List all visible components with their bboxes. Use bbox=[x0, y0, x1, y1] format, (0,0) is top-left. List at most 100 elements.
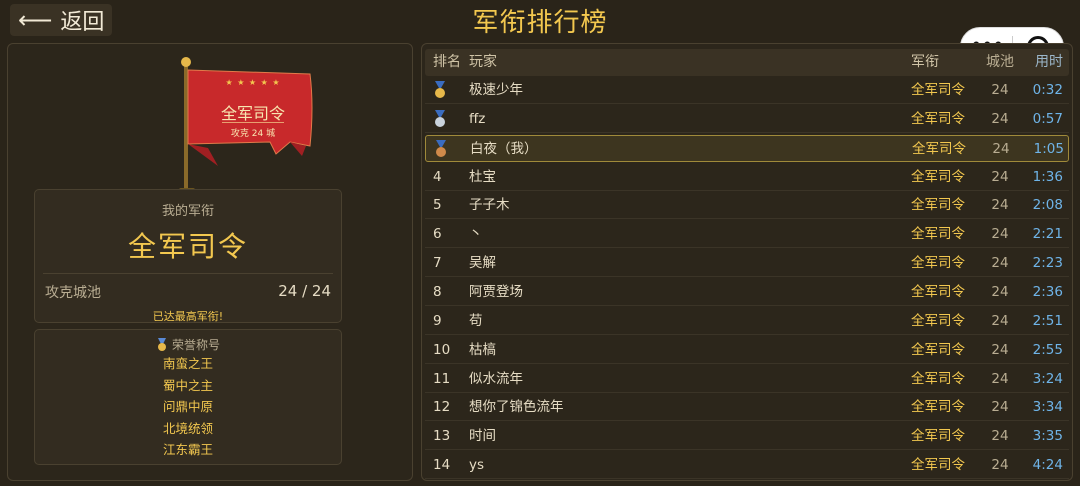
table-row[interactable]: 4 杜宝 全军司令 24 1:36 bbox=[425, 164, 1069, 191]
time-used: 2:51 bbox=[1032, 312, 1063, 329]
time-used: 1:36 bbox=[1032, 168, 1063, 185]
rank-title: 全军司令 bbox=[911, 399, 965, 416]
honor-title-item: 南蛮之王 bbox=[162, 356, 213, 371]
time-used: 4:24 bbox=[1032, 457, 1063, 474]
table-row[interactable]: 13 时间 全军司令 24 3:35 bbox=[425, 423, 1069, 451]
cities-count: 24 bbox=[991, 312, 1009, 329]
cities-count: 24 bbox=[992, 140, 1010, 157]
my-rank-card: 我的军衔 全军司令 攻克城池 24 / 24 已达最高军衔! bbox=[34, 189, 342, 323]
flag-rank: 全军司令 bbox=[220, 104, 285, 123]
time-used: 2:21 bbox=[1032, 226, 1063, 243]
player-name: 杜宝 bbox=[469, 168, 496, 185]
bronze-medal-icon bbox=[434, 136, 464, 163]
time-used: 2:36 bbox=[1032, 283, 1063, 300]
silver-medal-icon bbox=[433, 106, 463, 133]
honor-title-item: 蜀中之主 bbox=[162, 377, 213, 393]
honor-title-item: 北境统领 bbox=[162, 420, 213, 436]
rank-title: 全军司令 bbox=[911, 255, 965, 272]
cities-count: 24 bbox=[991, 168, 1009, 185]
rank-number: 10 bbox=[433, 341, 451, 358]
rank-number: 8 bbox=[433, 283, 442, 300]
cities-count: 24 bbox=[991, 82, 1009, 98]
player-name: 丶 bbox=[469, 226, 483, 243]
table-row[interactable]: 5 子子木 全军司令 24 2:08 bbox=[425, 192, 1069, 220]
cities-count: 24 bbox=[991, 255, 1009, 272]
cities-count: 24 bbox=[991, 370, 1009, 387]
cities-count: 24 bbox=[991, 399, 1009, 416]
rank-title: 全军司令 bbox=[911, 82, 965, 98]
cities-value: 24 / 24 bbox=[278, 282, 331, 300]
my-rank-value: 全军司令 bbox=[127, 230, 248, 263]
player-name: 白夜（我） bbox=[470, 140, 538, 157]
table-row[interactable]: 12 想你了锦色流年 全军司令 24 3:34 bbox=[425, 394, 1069, 422]
table-row[interactable]: 10 枯槁 全军司令 24 2:55 bbox=[425, 337, 1069, 364]
gold-medal-icon bbox=[433, 77, 463, 104]
rank-number: 12 bbox=[433, 399, 451, 416]
medal-icon bbox=[157, 337, 166, 351]
left-panel: ★ ★ ★ ★ ★ 全军司令 攻克 24 城 我的军衔 全军司令 攻克城池 24… bbox=[7, 43, 413, 481]
rank-number: 4 bbox=[433, 168, 442, 185]
rank-title: 全军司令 bbox=[911, 226, 965, 243]
cities-label: 攻克城池 bbox=[45, 285, 101, 301]
table-row[interactable]: 14 ys 全军司令 24 4:24 bbox=[425, 452, 1069, 480]
rank-title: 全军司令 bbox=[911, 428, 965, 445]
table-row[interactable]: 9 苟 全军司令 24 2:51 bbox=[425, 308, 1069, 335]
player-name: ys bbox=[469, 457, 485, 474]
rank-title: 全军司令 bbox=[911, 283, 965, 300]
rank-number: 11 bbox=[433, 370, 451, 387]
rank-title: 全军司令 bbox=[911, 312, 965, 329]
flag-divider bbox=[222, 122, 284, 123]
time-used: 1:05 bbox=[1033, 140, 1064, 157]
table-row[interactable]: 7 吴解 全军司令 24 2:23 bbox=[425, 250, 1069, 278]
time-used: 2:08 bbox=[1032, 197, 1063, 214]
leaderboard-panel[interactable]: 排名 玩家 军衔 城池 用时 极速少年 全军司令 24 0:32 ffz 全军司令 24 0:… bbox=[421, 43, 1073, 481]
player-name: 枯槁 bbox=[469, 341, 496, 358]
cities-count: 24 bbox=[991, 226, 1009, 243]
time-used: 3:24 bbox=[1032, 370, 1063, 387]
rank-title: 全军司令 bbox=[911, 168, 965, 185]
player-name: 苟 bbox=[469, 312, 483, 329]
cities-count: 24 bbox=[991, 197, 1009, 214]
time-used: 3:34 bbox=[1032, 399, 1063, 416]
time-used: 2:23 bbox=[1032, 255, 1063, 272]
time-used: 0:57 bbox=[1032, 110, 1063, 127]
honor-titles-heading: 荣誉称号 bbox=[35, 336, 341, 353]
player-name: 子子木 bbox=[469, 197, 510, 214]
cities-count: 24 bbox=[991, 341, 1009, 358]
player-name: 时间 bbox=[469, 428, 496, 445]
col-rank-header: 排名 bbox=[433, 54, 461, 70]
col-cities-header: 城池 bbox=[986, 54, 1014, 70]
honor-title-item: 江东霸王 bbox=[162, 442, 213, 457]
cities-count: 24 bbox=[991, 428, 1009, 445]
cities-count: 24 bbox=[991, 283, 1009, 300]
rank-number: 7 bbox=[433, 255, 442, 272]
rank-number: 13 bbox=[433, 428, 451, 445]
rank-title: 全军司令 bbox=[911, 457, 965, 474]
honor-titles-card: 荣誉称号 南蛮之王 蜀中之主 问鼎中原 北境统领 江东霸王 bbox=[34, 329, 342, 465]
table-row[interactable]: 8 阿贾登场 全军司令 24 2:36 bbox=[425, 279, 1069, 306]
table-row[interactable]: 11 似水流年 全军司令 24 3:24 bbox=[425, 366, 1069, 393]
time-used: 2:55 bbox=[1032, 341, 1063, 358]
cities-row: 攻克城池 24 / 24 bbox=[35, 274, 341, 302]
col-time-header: 用时 bbox=[1035, 54, 1063, 70]
rank-number: 14 bbox=[433, 457, 451, 474]
my-rank-label: 我的军衔 bbox=[161, 204, 214, 219]
rank-number: 5 bbox=[433, 197, 442, 214]
honor-title-item: 问鼎中原 bbox=[162, 399, 213, 414]
time-used: 3:35 bbox=[1032, 428, 1063, 445]
max-rank-note: 已达最高军衔! bbox=[152, 310, 224, 323]
flag-subtitle: 攻克 24 城 bbox=[230, 129, 276, 139]
player-name: 吴解 bbox=[469, 255, 496, 272]
table-row[interactable]: 极速少年 全军司令 24 0:32 bbox=[425, 77, 1069, 104]
time-used: 0:32 bbox=[1032, 82, 1063, 98]
page-title: 军衔排行榜 bbox=[472, 8, 608, 38]
rank-number: 6 bbox=[433, 226, 442, 243]
rank-number: 9 bbox=[433, 312, 442, 329]
table-row[interactable]: ffz 全军司令 24 0:57 bbox=[425, 106, 1069, 133]
rank-title: 全军司令 bbox=[912, 140, 966, 157]
table-row-current-user[interactable]: 白夜（我） 全军司令 24 1:05 bbox=[425, 134, 1069, 163]
col-player-header: 玩家 bbox=[469, 54, 497, 70]
flag-stars: ★ ★ ★ ★ ★ bbox=[225, 78, 281, 87]
player-name: ffz bbox=[469, 110, 486, 127]
table-row[interactable]: 6 丶 全军司令 24 2:21 bbox=[425, 221, 1069, 249]
